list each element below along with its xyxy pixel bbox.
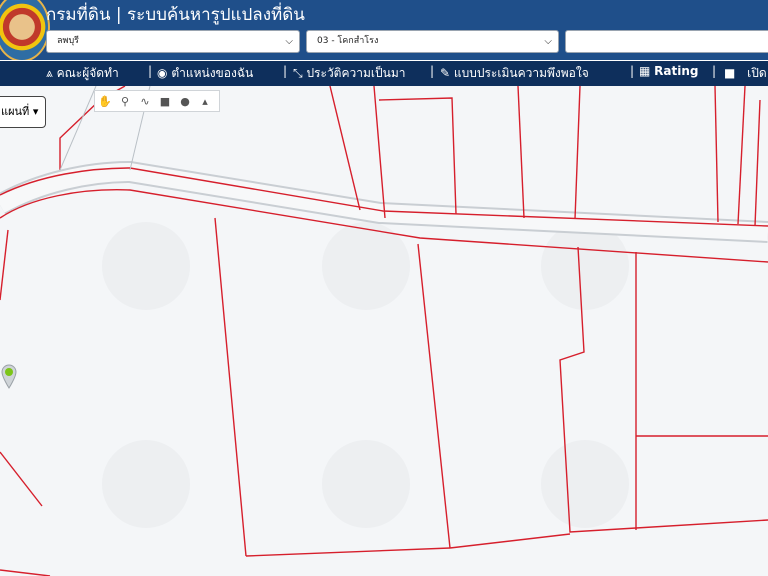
header-bar: กรมที่ดิน | ระบบค้นหารูปแปลงที่ดิน ลพบุร… xyxy=(0,0,768,62)
nav-separator: | xyxy=(283,64,288,78)
square-icon[interactable]: ■ xyxy=(155,91,175,111)
antenna-icon: ⩓ xyxy=(46,66,53,80)
app-title: กรมที่ดิน | ระบบค้นหารูปแปลงที่ดิน xyxy=(46,5,305,25)
nav-item-open[interactable]: ■ เปิด xyxy=(724,64,767,83)
edit-icon: ✎ xyxy=(440,66,451,80)
chevron-down-icon: ⌵ xyxy=(544,36,552,47)
nav-item-label: ตำแหน่งของฉัน xyxy=(171,66,254,80)
nav-item-my-location[interactable]: ◉ ตำแหน่งของฉัน xyxy=(157,64,253,83)
department-logo xyxy=(0,0,50,62)
caret-down-icon: ▾ xyxy=(32,105,39,118)
pin-icon[interactable]: ⚲ xyxy=(115,91,135,111)
hand-icon[interactable]: ✋ xyxy=(95,91,115,111)
nav-bar: ⩓ คณะผู้จัดทำ | ◉ ตำแหน่งของฉัน | ⤡ ประว… xyxy=(0,60,768,86)
polygon-icon[interactable]: ▴ xyxy=(195,91,215,111)
nav-separator: | xyxy=(430,64,435,78)
square-icon: ■ xyxy=(724,66,736,80)
nav-item-label: เปิด xyxy=(747,66,767,80)
nav-separator: | xyxy=(712,64,717,78)
nav-item-label: ประวัติความเป็นมา xyxy=(306,66,406,80)
district-select[interactable]: 03 - โคกสำโรง ⌵ xyxy=(306,30,559,53)
district-select-value: 03 - โคกสำโรง xyxy=(317,36,379,46)
map-canvas[interactable]: แผนที่ ▾ ✋ ⚲ ∿ ■ ● ▴ xyxy=(0,86,768,576)
nav-item-history[interactable]: ⤡ ประวัติความเป็นมา xyxy=(293,64,405,83)
location-marker-icon[interactable] xyxy=(0,363,18,389)
nav-item-rating[interactable]: ▦ Rating xyxy=(639,64,699,78)
map-layer-label: แผนที่ xyxy=(1,105,30,118)
chart-icon: ▦ xyxy=(639,64,651,78)
province-select[interactable]: ลพบุรี ⌵ xyxy=(46,30,300,53)
circle-icon[interactable]: ● xyxy=(175,91,195,111)
drawing-toolbar: ✋ ⚲ ∿ ■ ● ▴ xyxy=(94,90,220,112)
province-select-value: ลพบุรี xyxy=(57,36,79,46)
watermark-seals xyxy=(102,222,629,528)
nav-item-team[interactable]: ⩓ คณะผู้จัดทำ xyxy=(46,64,119,83)
nav-separator: | xyxy=(630,64,635,78)
nav-item-label: Rating xyxy=(654,64,699,78)
globe-icon: ◉ xyxy=(157,66,168,80)
map-layer-dropdown[interactable]: แผนที่ ▾ xyxy=(0,96,46,128)
nav-item-label: คณะผู้จัดทำ xyxy=(56,66,119,80)
nav-item-label: แบบประเมินความพึงพอใจ xyxy=(453,66,589,80)
nav-separator: | xyxy=(148,64,153,78)
line-icon[interactable]: ∿ xyxy=(135,91,155,111)
parcel-number-input[interactable] xyxy=(565,30,768,53)
tools-icon: ⤡ xyxy=(293,66,303,80)
parcel-map xyxy=(0,86,768,576)
chevron-down-icon: ⌵ xyxy=(285,36,293,47)
nav-item-survey[interactable]: ✎ แบบประเมินความพึงพอใจ xyxy=(440,64,589,83)
